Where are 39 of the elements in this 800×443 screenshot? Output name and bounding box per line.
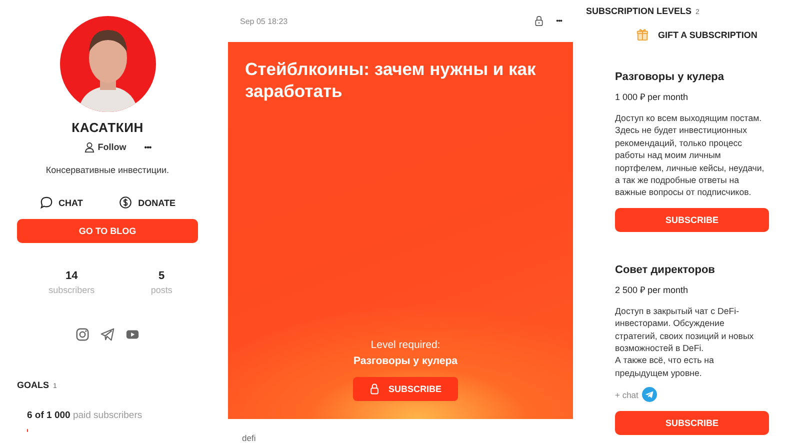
subscribe-button[interactable]: SUBSCRIBE	[353, 377, 458, 401]
lock-icon	[369, 383, 380, 395]
level-description: Доступ ко всем выходящим постам. Здесь не будет инвестиционных рекомендаций, только процесс работы над моим личным портфелем, личные кейсы, неудачи, а так же подробные ответы на важные вопросы от подписчиков.	[615, 112, 766, 199]
profile-bio: Консервативные инвестиции.	[46, 165, 170, 175]
chat-button[interactable]: CHAT	[40, 196, 83, 209]
stat-label: subscribers	[48, 285, 95, 295]
gift-icon	[636, 28, 649, 41]
subscribe-button[interactable]: SUBSCRIBE	[615, 208, 769, 232]
more-button[interactable]: •••	[144, 142, 152, 152]
follow-button[interactable]: Follow	[84, 141, 126, 153]
profile-name: КАСАТКИН	[72, 120, 144, 135]
post-title: Стейблкоины: зачем нужны и как заработать	[244, 58, 537, 103]
section-title: SUBSCRIPTION LEVELS	[586, 6, 692, 16]
stat-label: posts	[150, 285, 172, 295]
level-price: 1 000 ₽ per month	[615, 91, 690, 103]
instagram-icon[interactable]	[75, 327, 90, 342]
chat-bubble-icon	[40, 196, 52, 209]
go-to-blog-button[interactable]: GO TO BLOG	[17, 219, 198, 243]
level-description: Доступ в закрытый чат с DeFi-инвесторами. Обсуждение стратегий, своих позиций и новых возможностей в DeFi. А также всё, что есть на предыдущем уровне.	[615, 304, 755, 380]
goal-label: paid subscribers	[72, 410, 142, 421]
stat-value: 5	[158, 270, 165, 282]
donate-button[interactable]: DONATE	[119, 196, 176, 209]
paper-plane-icon[interactable]	[100, 327, 115, 342]
level-extra: + chat	[615, 390, 638, 400]
post-tag[interactable]: defi	[242, 433, 573, 443]
level-name: Разговоры у кулера	[353, 355, 458, 367]
subscribe-button[interactable]: SUBSCRIBE	[615, 411, 769, 436]
level-title: Совет директоров	[615, 264, 716, 276]
telegram-icon	[642, 387, 658, 402]
gift-subscription-button[interactable]: GIFT A SUBSCRIPTION	[636, 28, 800, 41]
stat-value: 14	[65, 270, 78, 282]
level-title: Разговоры у кулера	[615, 71, 726, 83]
section-title: GOALS	[17, 380, 50, 390]
goal-value: 6 of 1 000	[27, 410, 70, 421]
level-required-label: Level required:	[370, 339, 440, 351]
dollar-coin-icon	[119, 196, 132, 209]
post-date: Sep 05 18:23	[240, 16, 289, 26]
level-price: 2 500 ₽ per month	[615, 284, 690, 296]
person-icon	[84, 141, 95, 153]
